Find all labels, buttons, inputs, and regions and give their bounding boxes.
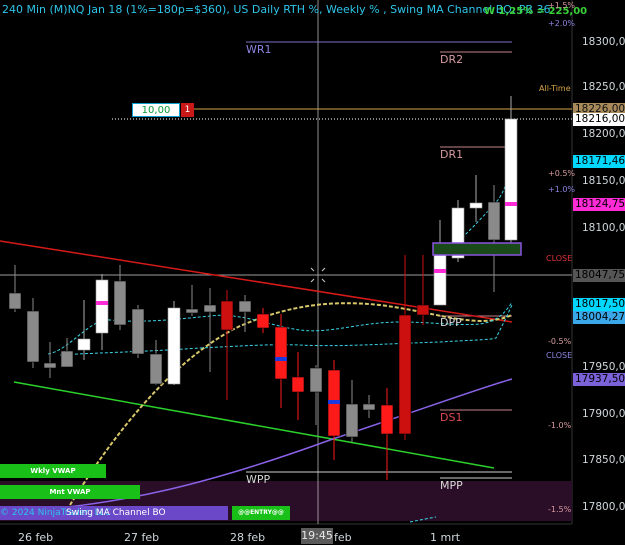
date-label: feb xyxy=(334,531,352,544)
candle-body xyxy=(113,280,127,326)
date-label: 1 mrt xyxy=(430,531,461,544)
pending-entry-box[interactable]: @@ENTRY@@ xyxy=(232,506,290,520)
candle-body xyxy=(433,254,447,306)
price-tick: 18250,00 xyxy=(582,81,625,93)
candle-body xyxy=(380,404,394,435)
price-tick: 17800,00 xyxy=(582,501,625,513)
candle-body xyxy=(220,300,234,331)
candle-marker xyxy=(275,357,287,361)
plus-0-5-label: +0.5% xyxy=(548,169,576,178)
dpp-label: DPP xyxy=(440,316,462,329)
candle-body xyxy=(26,310,40,363)
wr1-label: WR1 xyxy=(246,43,272,56)
candle-body xyxy=(185,308,199,314)
close-purple-label: CLOSE xyxy=(546,351,573,360)
close-red-label: CLOSE xyxy=(546,254,573,263)
price-label-cyan-upper: 18171,46 xyxy=(573,155,625,168)
candle-body xyxy=(487,201,501,241)
dr2-label: DR2 xyxy=(440,53,464,66)
price-tick: 17900,00 xyxy=(582,408,625,420)
candle-marker xyxy=(505,202,517,206)
order-badge[interactable]: 1 xyxy=(181,103,194,117)
candle-body xyxy=(309,367,323,393)
cursor-time-label: 19:45 xyxy=(301,528,333,544)
price-label-cyan-lower: 18017,50 xyxy=(573,298,625,311)
minus-1-0-label: -1.0% xyxy=(548,421,572,430)
all-time-label: All-Time xyxy=(539,84,571,93)
chart-window[interactable]: 240 Min (M)NQ Jan 18 (1%=180p=$360), US … xyxy=(0,0,625,545)
candle-marker xyxy=(434,269,446,273)
wpp-label: WPP xyxy=(246,473,271,486)
date-label: 28 feb xyxy=(230,531,266,544)
plus-1-0-label: +1.0% xyxy=(548,185,576,194)
candle-body xyxy=(469,202,483,209)
candle-body xyxy=(274,326,288,380)
candle-body xyxy=(60,350,74,368)
wkly-vwap-legend[interactable]: Wkly VWAP xyxy=(0,464,106,478)
price-label-crosshair: 18047,75 xyxy=(573,269,625,282)
price-tick: 18200,00 xyxy=(582,128,625,140)
candle-body xyxy=(256,313,270,329)
mnt-vwap-legend[interactable]: Mnt VWAP xyxy=(0,485,140,499)
price-tick: 18100,00 xyxy=(582,222,625,234)
price-label-last: 18216,00 xyxy=(573,113,625,126)
minus-1-5-label: -1.5% xyxy=(548,505,572,514)
chart-title: 240 Min (M)NQ Jan 18 (1%=180p=$360), US … xyxy=(2,3,551,16)
candle-body xyxy=(43,362,57,369)
minus-0-5-label: -0.5% xyxy=(548,337,572,346)
candle-body xyxy=(345,403,359,438)
candle-body xyxy=(8,292,22,310)
plus-1-5-label: +1.5% xyxy=(548,1,576,10)
date-label: 27 feb xyxy=(124,531,160,544)
swing-channel-label: Swing MA Channel BO xyxy=(66,508,166,518)
date-label: 26 feb xyxy=(18,531,54,544)
candle-body xyxy=(504,118,518,241)
order-quantity-box[interactable]: 10,00 xyxy=(132,103,180,117)
price-label-purple: 17937,50 xyxy=(573,373,625,386)
price-tick: 17850,00 xyxy=(582,454,625,466)
plus-2-0-label: +2.0% xyxy=(548,19,576,28)
candle-body xyxy=(167,307,181,385)
dr1-label: DR1 xyxy=(440,148,464,161)
candle-body xyxy=(291,376,305,393)
swing-channel-legend[interactable]: © 2024 NinjaTrader, LLC Swing MA Channel… xyxy=(0,506,228,520)
candle-body xyxy=(203,304,217,313)
ds1-label: DS1 xyxy=(440,411,463,424)
candle-body xyxy=(416,304,430,316)
price-tick: 17950,00 xyxy=(582,361,625,373)
candle-body xyxy=(77,338,91,351)
price-label-magenta: 18124,75 xyxy=(573,198,625,211)
candle-body xyxy=(398,314,412,435)
candle-body xyxy=(131,308,145,355)
candle-body xyxy=(238,300,252,313)
candle-body xyxy=(149,353,163,385)
candle-marker xyxy=(96,301,108,305)
green-trendline xyxy=(13,381,495,469)
price-tick: 18150,00 xyxy=(582,175,625,187)
price-label-blue: 18004,27 xyxy=(573,311,625,324)
candle-body xyxy=(95,279,109,334)
signal-zone xyxy=(432,242,522,256)
candle-marker xyxy=(328,400,340,404)
mpp-label: MPP xyxy=(440,479,463,492)
price-tick: 18300,00 xyxy=(582,36,625,48)
candle-body xyxy=(362,403,376,411)
